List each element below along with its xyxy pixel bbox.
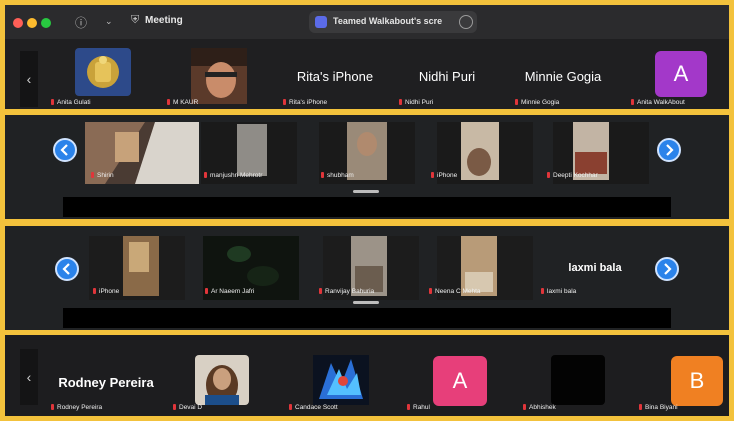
participant-tile[interactable] <box>191 48 247 104</box>
participant-name: Anita Gulati <box>51 99 91 106</box>
share-status-icon[interactable] <box>459 15 473 29</box>
participant-tile[interactable] <box>75 48 131 96</box>
participant-name: Rita's iPhone <box>283 99 327 106</box>
avatar: A <box>433 356 487 406</box>
mic-muted-icon <box>631 99 634 105</box>
participant-name: Shirin <box>91 172 114 179</box>
share-bar <box>63 308 671 328</box>
resize-handle[interactable] <box>353 190 379 193</box>
share-bar <box>63 197 671 217</box>
mic-muted-icon <box>639 404 642 410</box>
zoom-app-icon <box>315 16 327 28</box>
participant-name: shubham <box>321 172 354 179</box>
strip-next-button[interactable] <box>655 257 679 281</box>
participant-name: Ranvijay Bahuria <box>319 288 374 295</box>
minimize-window-button[interactable] <box>27 18 37 28</box>
chevron-down-icon[interactable]: ⌄ <box>105 16 113 27</box>
mic-muted-icon <box>283 99 286 105</box>
participant-photo <box>191 48 247 104</box>
strip-next-button[interactable] <box>657 138 681 162</box>
mic-muted-icon <box>515 99 518 105</box>
gallery-prev-button[interactable]: ‹ <box>20 349 38 405</box>
mic-muted-icon <box>51 404 54 410</box>
mic-muted-icon <box>51 99 54 105</box>
chevron-right-icon <box>664 263 672 275</box>
mic-muted-icon <box>93 288 96 294</box>
gallery-prev-button[interactable]: ‹ <box>20 51 38 107</box>
mic-muted-icon <box>173 404 176 410</box>
gallery-row-bottom: ‹ Rodney Pereira Rodney Pereira Devai D … <box>5 335 729 416</box>
participant-name: Deepti Kochhar <box>547 172 598 179</box>
mic-muted-icon <box>429 288 432 294</box>
participant-tile[interactable] <box>313 355 369 405</box>
participant-name: Candace Scott <box>289 404 338 411</box>
strip-prev-button[interactable] <box>53 138 77 162</box>
chevron-left-icon <box>60 144 68 156</box>
shield-icon: ⛨ <box>131 14 140 26</box>
participant-photo <box>313 355 369 405</box>
close-window-button[interactable] <box>13 18 23 28</box>
participant-display-name: laxmi bala <box>568 262 622 274</box>
mic-muted-icon <box>319 288 322 294</box>
mic-muted-icon <box>523 404 526 410</box>
gallery-strip-1: Shirin manjushri Mehrotr shubham iPhone … <box>5 115 729 219</box>
mic-muted-icon <box>204 172 207 178</box>
participant-name: iPhone <box>93 288 119 295</box>
participant-name: Minnie Gogia <box>515 99 559 106</box>
participant-display-name: Minnie Gogia <box>524 69 602 84</box>
participant-name: iPhone <box>431 172 457 179</box>
mic-muted-icon <box>167 99 170 105</box>
mic-muted-icon <box>547 172 550 178</box>
screen-share-title: Teamed Walkabout's scre <box>333 16 443 26</box>
resize-handle[interactable] <box>353 301 379 304</box>
info-icon[interactable]: ⓘ <box>75 14 87 31</box>
zoom-window-button[interactable] <box>41 18 51 28</box>
participant-name: manjushri Mehrotr <box>204 172 262 179</box>
chevron-left-icon <box>62 263 70 275</box>
participant-name: Rahul <box>407 404 430 411</box>
avatar: A <box>655 51 707 97</box>
participant-name: Neena C Mehta <box>429 288 481 295</box>
meeting-title: Meeting <box>145 15 183 26</box>
title-bar: ⓘ ⌄ ⛨ Meeting Teamed Walkabout's scre <box>5 5 729 39</box>
mic-muted-icon <box>541 288 544 294</box>
strip-prev-button[interactable] <box>55 257 79 281</box>
participant-display-name: Nidhi Puri <box>418 69 476 84</box>
participant-name: Nidhi Puri <box>399 99 433 106</box>
mic-muted-icon <box>431 172 434 178</box>
mic-muted-icon <box>399 99 402 105</box>
participant-name: M KAUR <box>167 99 198 106</box>
gallery-row-top: ⓘ ⌄ ⛨ Meeting Teamed Walkabout's scre ‹ … <box>5 5 729 109</box>
screen-share-tab[interactable]: Teamed Walkabout's scre <box>309 11 477 33</box>
participant-tile[interactable] <box>195 355 249 405</box>
participant-name: laxmi bala <box>541 288 576 295</box>
participant-name: Bina Biyani <box>639 404 678 411</box>
mic-muted-icon <box>205 288 208 294</box>
mic-muted-icon <box>289 404 292 410</box>
participant-name: Ar Naeem Jafri <box>205 288 254 295</box>
participant-display-name: Rita's iPhone <box>296 69 374 84</box>
participant-name: Abhishek <box>523 404 556 411</box>
participant-tile[interactable] <box>551 355 605 405</box>
chevron-right-icon <box>666 144 674 156</box>
participant-name: Devai D <box>173 404 202 411</box>
participant-photo <box>195 355 249 405</box>
mic-muted-icon <box>407 404 410 410</box>
avatar: B <box>671 356 723 406</box>
participant-display-name: Rodney Pereira <box>58 375 154 390</box>
gallery-strip-2: iPhone Ar Naeem Jafri Ranvijay Bahuria N… <box>5 226 729 330</box>
participant-video <box>237 124 267 176</box>
participant-name: Anita WalkAbout <box>631 99 685 106</box>
mic-muted-icon <box>321 172 324 178</box>
emblem-icon <box>75 48 131 96</box>
participant-name: Rodney Pereira <box>51 404 102 411</box>
mic-muted-icon <box>91 172 94 178</box>
